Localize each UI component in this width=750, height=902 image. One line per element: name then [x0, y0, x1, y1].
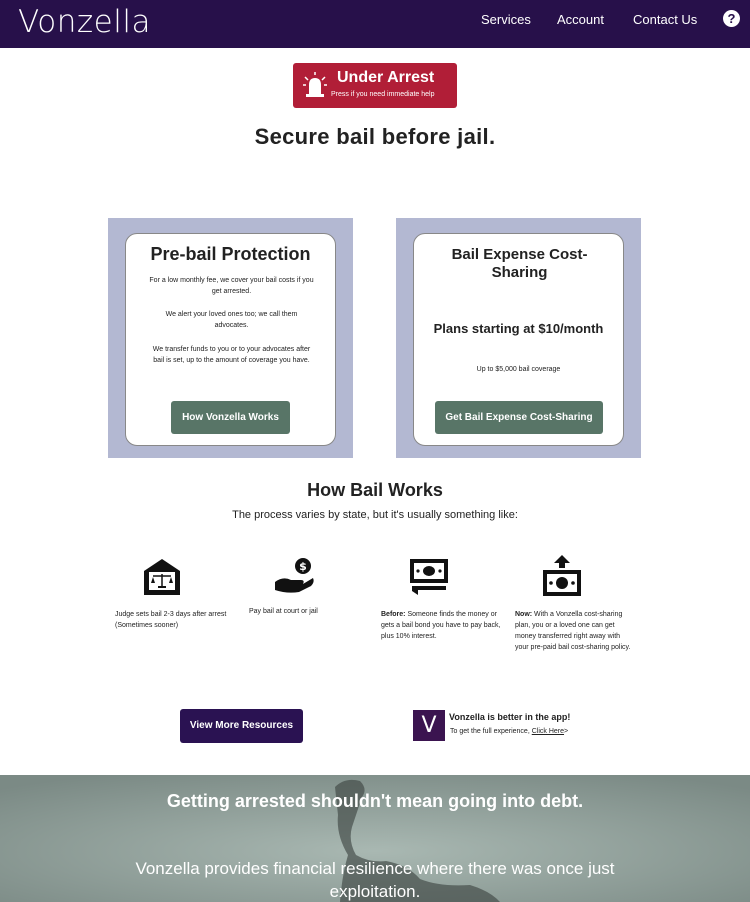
vonzella-logo[interactable]: Vonzella — [18, 4, 151, 40]
step-4-body: With a Vonzella cost-sharing plan, you o… — [515, 611, 631, 651]
hero-title: Secure bail before jail. — [254, 124, 496, 149]
hero-banner: Getting arrested shouldn't mean going in… — [0, 775, 750, 902]
banner-title: Getting arrested shouldn't mean going in… — [166, 791, 584, 811]
click-here-link[interactable]: Click Here — [532, 728, 564, 735]
step-3-text: Before: Someone finds the money or gets … — [381, 609, 503, 642]
cash-stack-icon — [410, 559, 448, 595]
under-arrest-subtitle: Press if you need immediate help — [331, 91, 435, 98]
how-bail-works-title: How Bail Works — [307, 480, 443, 500]
view-more-resources-button[interactable]: View More Resources — [180, 709, 303, 743]
cost-sharing-title: Bail Expense Cost-Sharing — [451, 246, 588, 281]
under-arrest-label: Under Arrest — [337, 69, 435, 86]
pre-bail-text-1: For a low monthly fee, we cover your bai… — [149, 277, 314, 295]
coverage-text: Up to $5,000 bail coverage — [476, 366, 561, 373]
step-1-text: Judge sets bail 2-3 days after arrest (S… — [115, 611, 227, 629]
svg-text:$: $ — [299, 560, 307, 573]
plan-price: Plans starting at $10/month — [433, 321, 604, 336]
get-cost-sharing-button[interactable]: Get Bail Expense Cost-Sharing — [435, 401, 603, 434]
how-vonzella-works-button[interactable]: How Vonzella Works — [171, 401, 290, 434]
cost-sharing-card-frame: Bail Expense Cost-Sharing Plans starting… — [396, 218, 641, 458]
pre-bail-card: Pre-bail Protection For a low monthly fe… — [125, 233, 336, 446]
nav-account[interactable]: Account — [557, 12, 604, 27]
pre-bail-card-frame: Pre-bail Protection For a low monthly fe… — [108, 218, 353, 458]
help-icon[interactable]: ? — [723, 10, 740, 27]
step-3-label: Before: — [381, 611, 406, 618]
courthouse-scales-icon — [144, 559, 180, 595]
app-promo-title: Vonzella is better in the app! — [449, 712, 571, 722]
top-nav-bar: Vonzella Services Account Contact Us ? — [0, 0, 750, 48]
nav-services[interactable]: Services — [481, 12, 531, 27]
nav-contact-us[interactable]: Contact Us — [633, 12, 697, 27]
hand-coin-icon: $ — [275, 558, 314, 593]
under-arrest-button[interactable]: Under Arrest Press if you need immediate… — [293, 63, 457, 108]
pre-bail-text-3: We transfer funds to you or to your advo… — [152, 346, 311, 364]
cost-sharing-card: Bail Expense Cost-Sharing Plans starting… — [413, 233, 624, 446]
app-promo-suffix: > — [564, 728, 569, 735]
siren-icon — [303, 72, 327, 97]
pre-bail-text-2: We alert your loved ones too; we call th… — [165, 311, 298, 329]
pre-bail-title: Pre-bail Protection — [150, 244, 311, 264]
how-bail-works-subtitle: The process varies by state, but it's us… — [232, 509, 518, 521]
banner-text: Vonzella provides financial resilience w… — [135, 859, 615, 901]
step-4-text: Now: With a Vonzella cost-sharing plan, … — [515, 609, 635, 653]
cash-transfer-icon — [543, 555, 581, 596]
vonzella-app-logo: V — [413, 710, 445, 741]
step-2-text: Pay bail at court or jail — [249, 608, 318, 615]
app-promo-prefix: To get the full experience, — [450, 728, 530, 735]
step-4-label: Now: — [515, 611, 533, 618]
app-promo-subtitle: To get the full experience, Click Here> — [450, 728, 568, 735]
